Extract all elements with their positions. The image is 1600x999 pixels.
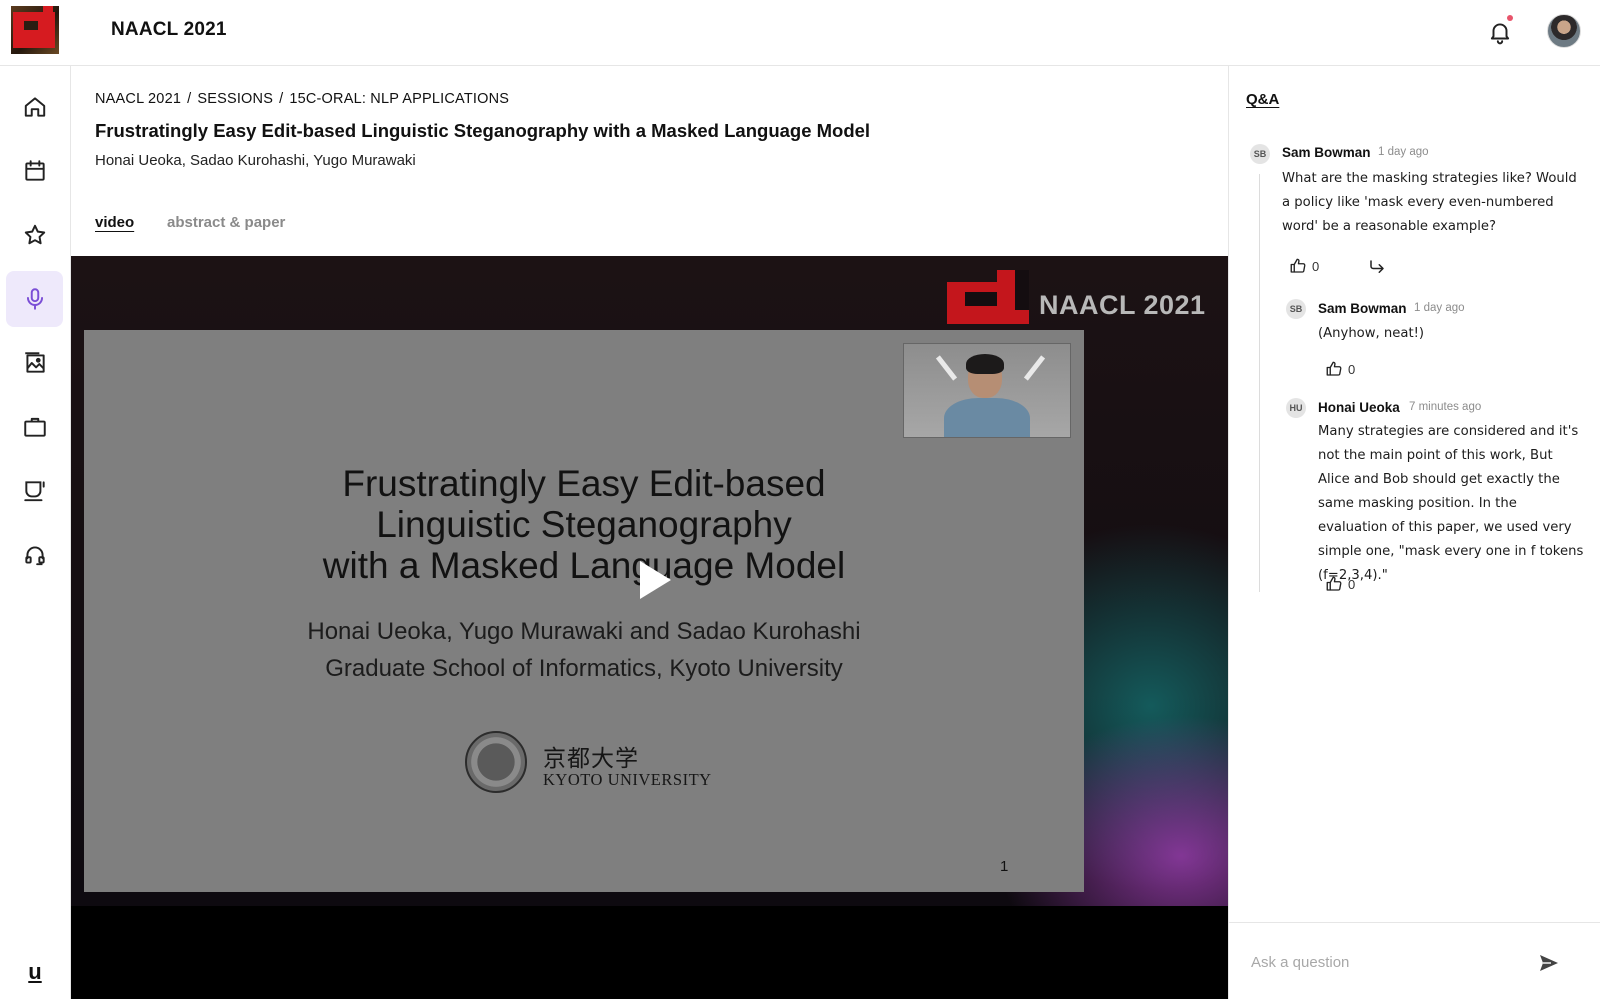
slide-page-number: 1 [1000,858,1009,875]
thumbs-up-icon [1326,361,1342,376]
comment-author: Sam Bowman [1282,145,1371,160]
comment-author: Sam Bowman [1318,301,1407,316]
like-button[interactable]: 0 [1325,360,1355,378]
microphone-icon [26,288,43,310]
app-title: NAACL 2021 [111,19,227,40]
notification-dot [1507,15,1513,21]
sidebar: u [0,66,71,999]
comment-time: 7 minutes ago [1409,401,1482,413]
comment-text: What are the masking strategies like? Wo… [1282,171,1577,234]
slide-title-line: Linguistic Steganography [376,504,792,545]
video-letterbox [71,906,1228,999]
university-name-jp: 京都大学 [543,746,639,772]
home-icon [24,97,45,117]
comment-avatar: SB [1250,144,1270,164]
image-gallery-icon [24,352,45,373]
breadcrumb-separator: / [187,91,192,107]
like-count: 0 [1312,258,1320,274]
comment-text: Many strategies are considered and it's … [1318,424,1584,583]
sidebar-item-sessions[interactable] [6,271,63,327]
slide-title-line: Frustratingly Easy Edit-based [342,463,826,504]
ask-question-input[interactable] [1251,949,1531,975]
kyoto-university-seal [465,731,527,793]
thumbs-up-icon [1290,258,1306,273]
coffee-cup-icon [23,481,45,502]
ask-question-bar [1229,922,1600,999]
thread-line [1259,174,1260,592]
sidebar-item-socials[interactable] [6,463,63,519]
qa-panel: Q&A SB Sam Bowman 1 day ago What are the… [1228,66,1600,999]
sidebar-item-schedule[interactable] [6,143,63,199]
slide-title-line: with a Masked Language Model [322,545,846,586]
like-count: 0 [1348,576,1356,592]
breadcrumb: NAACL 2021 / SESSIONS / 15C-ORAL: NLP APPLIC… [95,91,509,107]
briefcase-icon [23,417,46,437]
page-title: Frustratingly Easy Edit-based Linguistic… [95,120,871,141]
university-name-en: KYOTO UNIVERSITY [543,770,712,789]
play-icon[interactable] [640,561,671,599]
thumbs-up-icon [1326,576,1342,591]
sidebar-item-favorites[interactable] [6,207,63,263]
tab-abstract-paper[interactable]: abstract & paper [167,214,285,231]
sidebar-item-help-desk[interactable] [6,527,63,583]
slide-title: Frustratingly Easy Edit-based Linguistic… [84,463,1084,586]
headphones-icon [24,546,45,566]
top-bar: NAACL 2021 [0,0,1600,66]
breadcrumb-separator: / [279,91,284,107]
star-icon [24,224,45,245]
user-avatar[interactable] [1547,14,1581,48]
reply-arrow-icon[interactable] [1367,258,1387,276]
paper-authors: Honai Ueoka, Sadao Kurohashi, Yugo Muraw… [95,152,416,169]
presentation-slide: Frustratingly Easy Edit-based Linguistic… [84,330,1084,892]
video-player[interactable]: NAACL 2021 Frustratingly Easy Edit-based… [71,256,1228,999]
sidebar-item-sponsors[interactable] [6,399,63,455]
like-button[interactable]: 0 [1289,257,1319,275]
comment-avatar: HU [1286,398,1306,418]
naacl-video-logo [947,270,1029,324]
calendar-icon [24,160,45,181]
comment-time: 1 day ago [1378,146,1429,158]
comment-time: 1 day ago [1414,302,1465,314]
slide-author-line: Honai Ueoka, Yugo Murawaki and Sadao Kur… [307,618,861,645]
bell-icon[interactable] [1487,18,1513,46]
platform-logo[interactable]: u [20,959,50,989]
sidebar-item-home[interactable] [6,79,63,135]
send-icon[interactable] [1537,951,1561,975]
like-button[interactable]: 0 [1325,575,1355,593]
tab-video[interactable]: video [95,214,134,231]
sidebar-item-posters[interactable] [6,335,63,391]
breadcrumb-session[interactable]: 15C-ORAL: NLP APPLICATIONS [289,91,509,107]
comment-avatar: SB [1286,299,1306,319]
qa-title[interactable]: Q&A [1246,91,1279,108]
slide-authors: Honai Ueoka, Yugo Murawaki and Sadao Kur… [84,613,1084,687]
speaker-webcam [903,343,1071,438]
breadcrumb-conference[interactable]: NAACL 2021 [95,91,181,107]
like-count: 0 [1348,361,1356,377]
breadcrumb-sessions[interactable]: SESSIONS [197,91,273,107]
slide-affiliation-line: Graduate School of Informatics, Kyoto Un… [325,655,843,682]
naacl-logo[interactable] [11,6,59,54]
comment-author: Honai Ueoka [1318,400,1400,415]
comment-text: (Anyhow, neat!) [1318,326,1425,341]
video-conference-mark: NAACL 2021 [1039,290,1206,320]
